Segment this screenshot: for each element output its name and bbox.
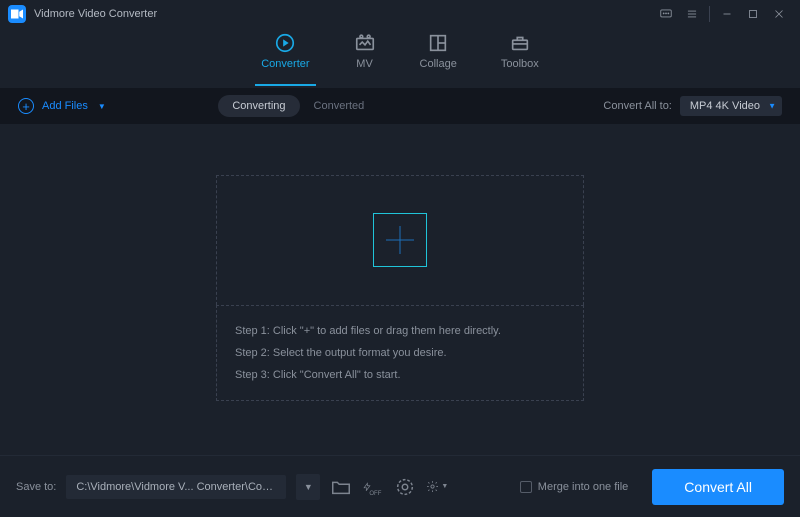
footer: Save to: C:\Vidmore\Vidmore V... Convert… [0, 455, 800, 517]
toolbox-icon [509, 32, 531, 54]
checkbox-icon [520, 481, 532, 493]
dropzone-steps: Step 1: Click "+" to add files or drag t… [216, 305, 584, 401]
tab-mv[interactable]: MV [354, 32, 376, 80]
chevron-down-icon: ▼ [441, 483, 448, 490]
chevron-down-icon: ▼ [768, 102, 776, 111]
status-segmented: Converting Converted [218, 95, 378, 117]
tab-collage[interactable]: Collage [420, 32, 457, 80]
step3-text: Step 3: Click "Convert All" to start. [235, 364, 565, 386]
save-to-label: Save to: [16, 481, 56, 493]
step2-text: Step 2: Select the output format you des… [235, 342, 565, 364]
tab-toolbox[interactable]: Toolbox [501, 32, 539, 80]
divider [709, 6, 710, 22]
tab-label: Converter [261, 58, 309, 70]
add-files-label: Add Files [42, 100, 88, 112]
maximize-icon[interactable] [740, 3, 766, 25]
convert-all-to-label: Convert All to: [603, 100, 671, 112]
hardware-accel-icon[interactable]: OFF [362, 476, 384, 498]
feedback-icon[interactable] [653, 3, 679, 25]
save-path-field[interactable]: C:\Vidmore\Vidmore V... Converter\Conver… [66, 475, 286, 499]
tab-label: MV [356, 58, 373, 70]
plus-circle-icon: + [18, 98, 34, 114]
subbar: + Add Files ▼ Converting Converted Conve… [0, 88, 800, 124]
high-speed-icon[interactable] [394, 476, 416, 498]
dropzone[interactable]: Step 1: Click "+" to add files or drag t… [216, 175, 584, 401]
convert-all-to: Convert All to: MP4 4K Video ▼ [603, 96, 782, 116]
chevron-down-icon: ▼ [98, 102, 106, 111]
app-logo-icon [8, 5, 26, 23]
add-files-plus-button[interactable] [373, 213, 427, 267]
topnav: Converter MV Collage Toolbox [0, 32, 800, 80]
format-selected-label: MP4 4K Video [690, 100, 760, 112]
dropzone-top [216, 175, 584, 305]
open-folder-icon[interactable] [330, 476, 352, 498]
add-files-button[interactable]: + Add Files ▼ [18, 98, 106, 114]
converter-icon [274, 32, 296, 54]
format-select[interactable]: MP4 4K Video ▼ [680, 96, 782, 116]
mv-icon [354, 32, 376, 54]
close-icon[interactable] [766, 3, 792, 25]
settings-icon[interactable]: ▼ [426, 476, 448, 498]
seg-converting[interactable]: Converting [218, 95, 299, 117]
tab-label: Toolbox [501, 58, 539, 70]
content-area: Step 1: Click "+" to add files or drag t… [0, 120, 800, 455]
step1-text: Step 1: Click "+" to add files or drag t… [235, 320, 565, 342]
tab-converter[interactable]: Converter [261, 32, 309, 80]
tab-label: Collage [420, 58, 457, 70]
titlebar: Vidmore Video Converter [0, 0, 800, 28]
minimize-icon[interactable] [714, 3, 740, 25]
collage-icon [427, 32, 449, 54]
convert-all-button[interactable]: Convert All [652, 469, 784, 505]
app-title: Vidmore Video Converter [34, 8, 157, 20]
menu-icon[interactable] [679, 3, 705, 25]
merge-checkbox[interactable]: Merge into one file [520, 481, 629, 493]
merge-label: Merge into one file [538, 481, 629, 493]
save-path-dropdown[interactable]: ▼ [296, 474, 320, 500]
seg-converted[interactable]: Converted [300, 95, 379, 117]
